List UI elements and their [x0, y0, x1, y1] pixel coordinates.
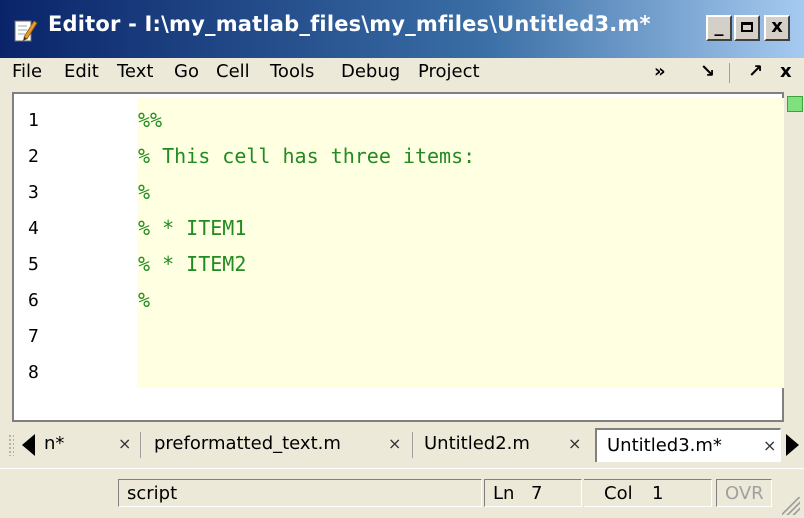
- column-value: 1: [652, 483, 664, 504]
- code-line[interactable]: % * ITEM2: [138, 252, 246, 276]
- tab-label: n*: [44, 433, 65, 454]
- code-line[interactable]: %: [138, 180, 150, 204]
- line-number: 5: [28, 254, 39, 275]
- line-number: 3: [28, 182, 39, 203]
- tab-untitled-n[interactable]: n* ×: [40, 428, 136, 460]
- menu-cell[interactable]: Cell: [216, 58, 250, 88]
- menu-edit[interactable]: Edit: [64, 58, 99, 88]
- line-value: 7: [531, 483, 543, 504]
- close-window-button[interactable]: x: [764, 15, 790, 41]
- close-tab-icon[interactable]: ×: [388, 428, 401, 460]
- status-mode: script: [118, 479, 482, 507]
- tab-untitled2[interactable]: Untitled2.m ×: [422, 428, 590, 460]
- tab-label: Untitled3.m*: [607, 435, 722, 456]
- title-bar[interactable]: Editor - I:\my_matlab_files\my_mfiles\Un…: [0, 0, 804, 58]
- line-number: 7: [28, 326, 39, 347]
- column-label: Col: [604, 483, 633, 504]
- menu-overflow-icon[interactable]: »: [654, 58, 666, 88]
- close-tab-icon[interactable]: ×: [763, 430, 776, 462]
- editor-pane[interactable]: 1 2 3 4 5 6 7 8 %% % This cell has three…: [12, 92, 784, 422]
- line-number: 6: [28, 290, 39, 311]
- minimize-button[interactable]: _: [706, 15, 732, 41]
- tab-label: preformatted_text.m: [154, 433, 341, 454]
- tab-untitled3[interactable]: Untitled3.m* ×: [595, 428, 781, 462]
- code-line[interactable]: %%: [138, 108, 162, 132]
- line-number: 8: [28, 362, 39, 383]
- menu-debug[interactable]: Debug: [341, 58, 400, 88]
- code-line[interactable]: %: [138, 288, 150, 312]
- line-number: 2: [28, 146, 39, 167]
- menu-file[interactable]: File: [12, 58, 42, 88]
- menu-bar: File Edit Text Go Cell Tools Debug Proje…: [0, 58, 804, 88]
- line-number: 4: [28, 218, 39, 239]
- undock-icon[interactable]: ↗: [748, 58, 763, 88]
- line-number-gutter: 1 2 3 4 5 6 7 8: [14, 94, 54, 420]
- resize-grip-icon[interactable]: [782, 497, 800, 515]
- menu-text[interactable]: Text: [117, 58, 153, 88]
- message-bar: [784, 92, 804, 422]
- overwrite-indicator: OVR: [716, 479, 772, 507]
- no-errors-indicator-icon[interactable]: [787, 96, 803, 112]
- dock-icon[interactable]: ↘: [700, 58, 715, 88]
- status-bar: script Ln 7 Col 1 OVR: [0, 468, 804, 518]
- tab-separator: [412, 432, 413, 458]
- window-title: Editor - I:\my_matlab_files\my_mfiles\Un…: [48, 12, 651, 36]
- code-line[interactable]: % This cell has three items:: [138, 144, 475, 168]
- scroll-tabs-right-icon[interactable]: [786, 434, 799, 456]
- editor-window: Editor - I:\my_matlab_files\my_mfiles\Un…: [0, 0, 804, 518]
- drag-grip-icon[interactable]: [8, 434, 14, 456]
- editor-page-icon: [14, 20, 38, 42]
- maximize-button[interactable]: [734, 15, 760, 41]
- maximize-icon: [741, 22, 753, 32]
- menu-tools[interactable]: Tools: [270, 58, 314, 88]
- line-label: Ln: [493, 483, 515, 504]
- tab-preformatted-text[interactable]: preformatted_text.m ×: [150, 428, 408, 460]
- status-line: Ln 7: [484, 479, 582, 507]
- menu-separator: [729, 63, 730, 83]
- status-column: Col 1: [584, 479, 712, 507]
- cell-highlight: [137, 98, 784, 388]
- code-line[interactable]: % * ITEM1: [138, 216, 246, 240]
- document-tab-bar: n* × preformatted_text.m × Untitled2.m ×…: [0, 424, 804, 466]
- line-number: 1: [28, 110, 39, 131]
- close-tab-icon[interactable]: ×: [568, 428, 581, 460]
- menu-go[interactable]: Go: [174, 58, 199, 88]
- close-document-icon[interactable]: x: [780, 58, 792, 88]
- tab-label: Untitled2.m: [424, 433, 530, 454]
- scroll-tabs-left-icon[interactable]: [22, 434, 35, 456]
- tab-separator: [140, 432, 141, 458]
- close-tab-icon[interactable]: ×: [118, 428, 131, 460]
- menu-project[interactable]: Project: [418, 58, 480, 88]
